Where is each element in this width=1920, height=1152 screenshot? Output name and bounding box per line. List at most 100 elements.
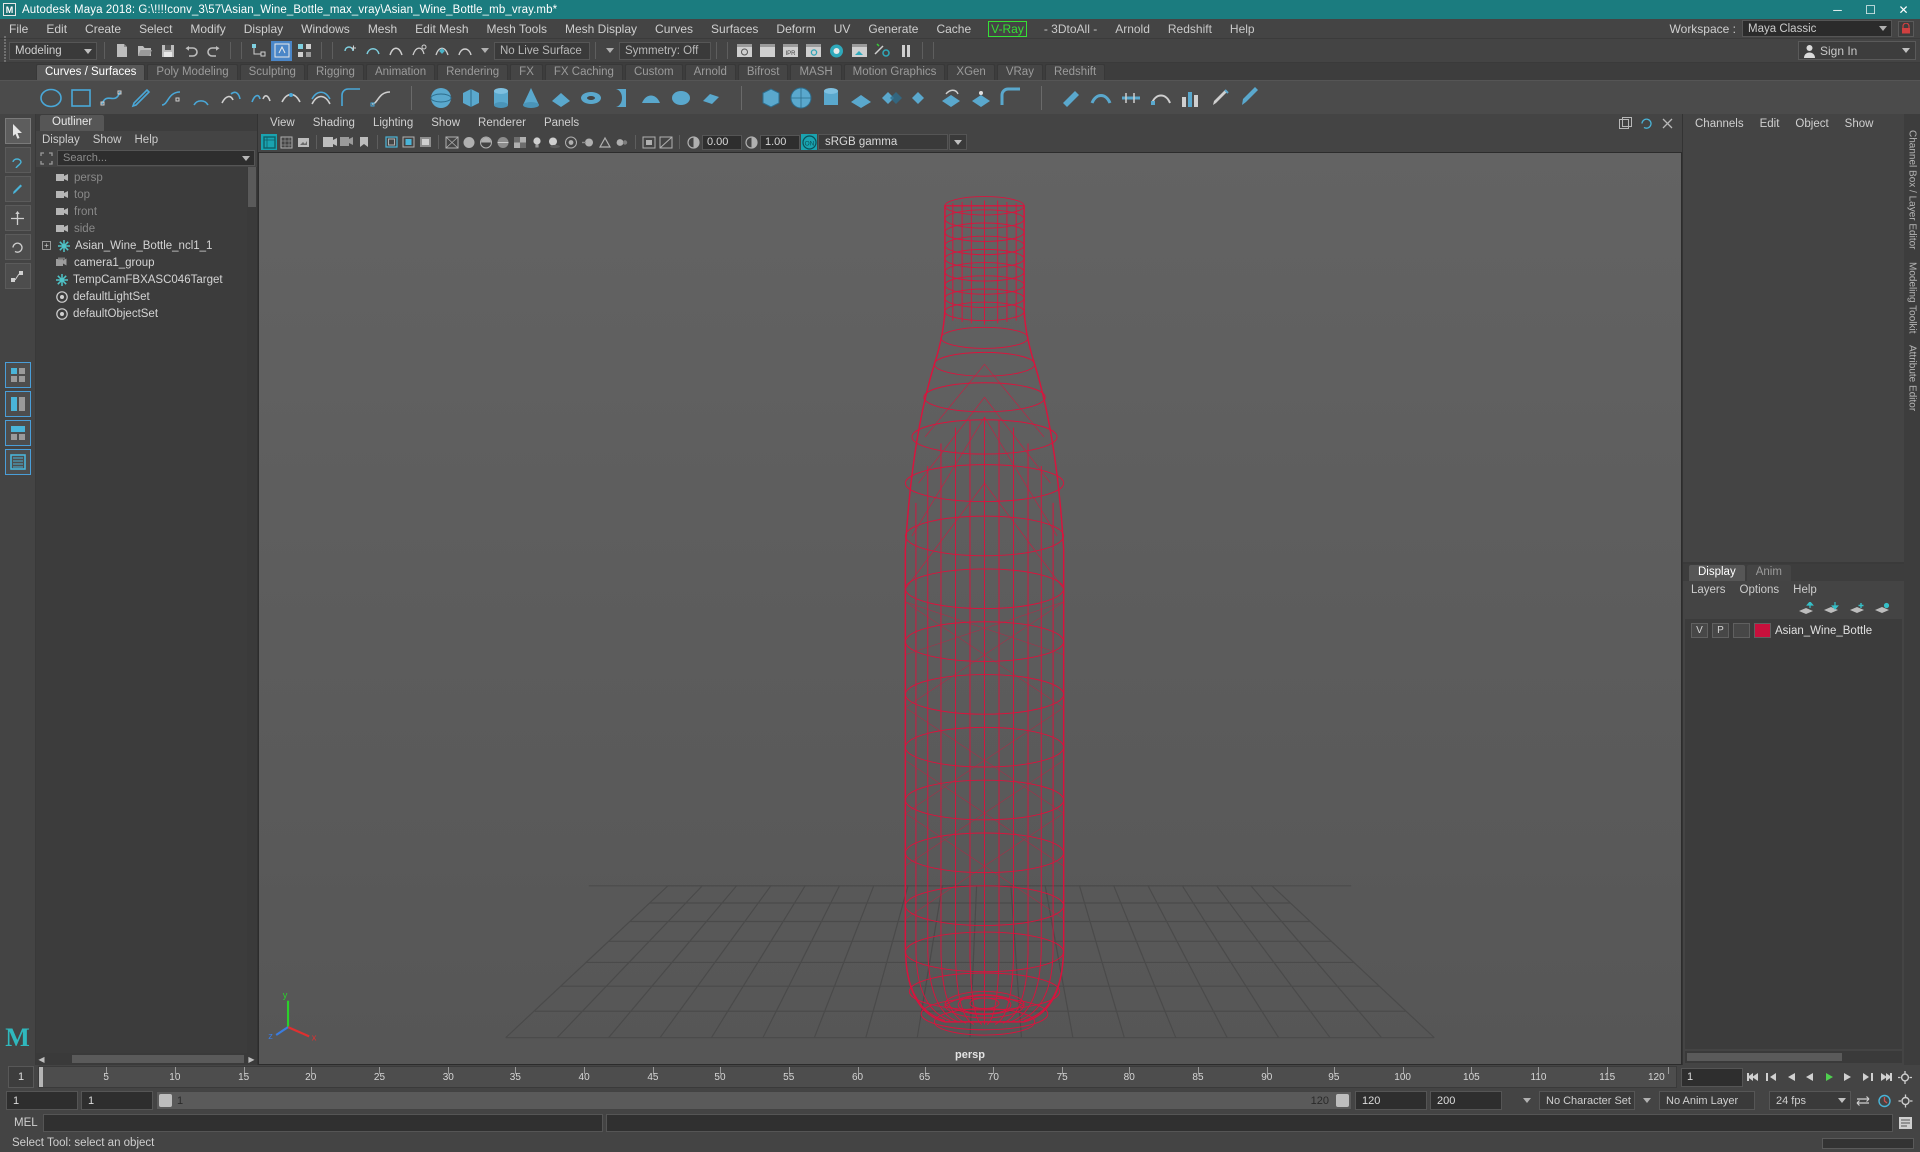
animation-start-field[interactable]: 1	[81, 1091, 153, 1111]
minimize-button[interactable]: ─	[1821, 0, 1854, 19]
new-layer-from-selected-icon[interactable]	[1849, 602, 1865, 615]
layout-single-persp-button[interactable]	[4, 449, 31, 475]
render-view-button[interactable]	[849, 41, 870, 61]
shelf-bezier-curve[interactable]	[156, 83, 186, 113]
outliner-item-front[interactable]: front	[36, 203, 257, 220]
menu-display[interactable]: Display	[235, 19, 292, 39]
snap-magnet-button[interactable]	[454, 41, 475, 61]
step-forward-key-button[interactable]	[1858, 1068, 1876, 1086]
color-management-toggle[interactable]: ON	[801, 134, 817, 150]
outliner-menu-help[interactable]: Help	[135, 134, 159, 146]
pause-button[interactable]	[895, 41, 916, 61]
screen-space-ao-button[interactable]	[563, 134, 579, 150]
shelf-attach-curve[interactable]	[216, 83, 246, 113]
playback-end-field[interactable]: 200	[1430, 1091, 1502, 1111]
menu-windows[interactable]: Windows	[292, 19, 359, 39]
range-slider-track[interactable]: 1 120	[156, 1091, 1352, 1111]
select-object-button[interactable]	[271, 40, 292, 61]
select-component-button[interactable]	[294, 41, 315, 61]
exposure-field[interactable]: 0.00	[702, 134, 742, 150]
use-all-lights-button[interactable]	[529, 134, 545, 150]
playback-speed-field[interactable]: 24 fps	[1769, 1091, 1851, 1111]
tab-outliner[interactable]: Outliner	[40, 115, 105, 131]
refresh-icon[interactable]	[1640, 117, 1653, 130]
render-settings-button[interactable]	[803, 41, 824, 61]
menu-deform[interactable]: Deform	[767, 19, 824, 39]
menu-edit-mesh[interactable]: Edit Mesh	[406, 19, 477, 39]
menu-modify[interactable]: Modify	[181, 19, 234, 39]
image-plane-button[interactable]	[295, 134, 311, 150]
shelf-curve-fillet[interactable]	[336, 83, 366, 113]
outliner-item-camera1-group[interactable]: camera1_group	[36, 254, 257, 271]
shelf-pencil-curve[interactable]	[126, 83, 156, 113]
anim-layer-dropdown-arrow[interactable]	[1643, 1098, 1651, 1104]
go-to-start-button[interactable]	[1744, 1068, 1762, 1086]
new-scene-button[interactable]	[111, 41, 132, 61]
menu-cache[interactable]: Cache	[927, 19, 980, 39]
outliner-tree[interactable]: persp top front side + Asian_Wine_Bottle…	[36, 167, 257, 1054]
step-forward-frame-button[interactable]	[1839, 1068, 1857, 1086]
shelf-nurbs-sphere[interactable]	[426, 83, 456, 113]
bookmark-button[interactable]	[356, 134, 372, 150]
layer-playback-toggle[interactable]: P	[1712, 623, 1729, 639]
shelf-tab-bifrost[interactable]: Bifrost	[737, 64, 789, 80]
step-back-key-button[interactable]	[1763, 1068, 1781, 1086]
viewport-3d-canvas[interactable]: y x z persp	[258, 152, 1682, 1066]
range-end-handle[interactable]	[1336, 1094, 1349, 1108]
xray-button[interactable]	[658, 134, 674, 150]
motion-blur-button[interactable]	[580, 134, 596, 150]
channelbox-menu-object[interactable]: Object	[1795, 118, 1828, 130]
channelbox-menu-show[interactable]: Show	[1845, 118, 1874, 130]
new-empty-layer-icon[interactable]	[1874, 602, 1890, 615]
redo-button[interactable]	[203, 41, 224, 61]
layer-row[interactable]: V P Asian_Wine_Bottle	[1685, 622, 1902, 640]
layer-visibility-toggle[interactable]: V	[1691, 623, 1708, 639]
current-frame-field[interactable]: 1	[1681, 1067, 1743, 1087]
shelf-tab-xgen[interactable]: XGen	[947, 64, 995, 80]
shelf-stitch[interactable]	[1116, 83, 1146, 113]
character-set-dropdown-arrow[interactable]	[1523, 1098, 1531, 1104]
viewport-menu-view[interactable]: View	[270, 117, 295, 129]
shelf-detach-curve[interactable]	[246, 83, 276, 113]
render-sequence-button[interactable]	[757, 41, 778, 61]
workspace-dropdown[interactable]: Maya Classic	[1742, 20, 1892, 37]
depth-of-field-button[interactable]	[614, 134, 630, 150]
shelf-tab-curves-surfaces[interactable]: Curves / Surfaces	[36, 64, 146, 80]
exposure-icon-button[interactable]	[685, 134, 701, 150]
layer-color-swatch[interactable]	[1754, 623, 1771, 639]
shelf-intersect[interactable]	[906, 83, 936, 113]
color-space-dropdown[interactable]	[949, 134, 967, 150]
outliner-item-side[interactable]: side	[36, 220, 257, 237]
layout-two-pane-button[interactable]	[4, 391, 31, 417]
shelf-tab-animation[interactable]: Animation	[365, 64, 436, 80]
shelf-loft[interactable]	[636, 83, 666, 113]
time-slider-playhead[interactable]	[39, 1067, 43, 1088]
scrollbar-thumb[interactable]	[72, 1055, 244, 1064]
shelf-trim-tool[interactable]	[966, 83, 996, 113]
menu-3dtoall[interactable]: - 3DtoAll -	[1035, 19, 1106, 39]
shelf-tab-motion-graphics[interactable]: Motion Graphics	[843, 64, 946, 80]
outliner-item-default-object-set[interactable]: defaultObjectSet	[36, 305, 257, 322]
render-setup-button[interactable]	[872, 41, 893, 61]
shelf-nurbs-cube[interactable]	[456, 83, 486, 113]
expand-toggle-icon[interactable]: +	[42, 241, 51, 250]
menuset-dropdown[interactable]: Modeling	[9, 41, 97, 60]
layout-four-view-button[interactable]	[4, 362, 31, 388]
smooth-shade-all-button[interactable]	[461, 134, 477, 150]
shelf-poly-sphere[interactable]	[786, 83, 816, 113]
layers-menu-options[interactable]: Options	[1740, 584, 1780, 596]
range-start-handle[interactable]	[159, 1094, 172, 1108]
mel-label[interactable]: MEL	[6, 1117, 40, 1129]
shelf-poly-cylinder[interactable]	[816, 83, 846, 113]
shelf-tab-mash[interactable]: MASH	[790, 64, 842, 80]
shelf-planar[interactable]	[666, 83, 696, 113]
outliner-item-persp[interactable]: persp	[36, 169, 257, 186]
render-current-frame-button[interactable]	[734, 41, 755, 61]
color-space-field[interactable]: sRGB gamma	[818, 134, 948, 150]
gate-mask-button[interactable]	[417, 134, 433, 150]
shelf-tab-fx[interactable]: FX	[510, 64, 543, 80]
hypershade-button[interactable]	[826, 41, 847, 61]
shelf-tab-poly-modeling[interactable]: Poly Modeling	[147, 64, 238, 80]
shelf-tab-redshift[interactable]: Redshift	[1044, 64, 1106, 80]
snap-grid-button[interactable]	[339, 41, 360, 61]
